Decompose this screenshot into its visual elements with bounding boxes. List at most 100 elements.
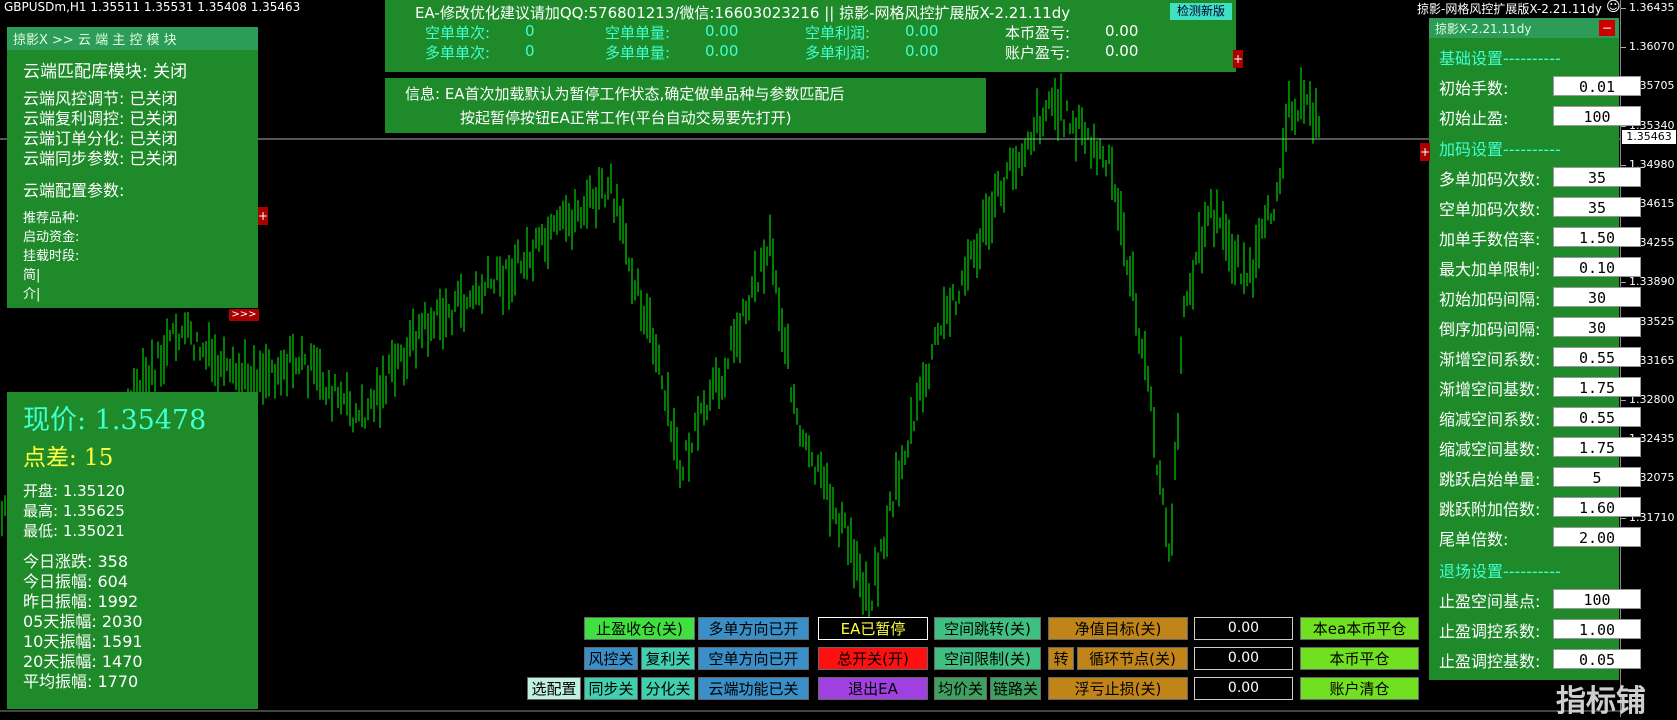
cloud-config-item: 简| — [23, 268, 41, 283]
setting-input[interactable]: 1.75 — [1553, 377, 1641, 397]
setting-input[interactable]: 0.05 — [1553, 649, 1641, 669]
cloud-config-item: 推荐品种: — [23, 211, 80, 226]
this-ea-flat-button[interactable]: 本ea本币平仓 — [1300, 617, 1419, 640]
chain-toggle-button[interactable]: 链路关 — [990, 677, 1041, 700]
sync-toggle-button[interactable]: 同步关 — [584, 677, 638, 700]
setting-label: 尾单倍数: — [1439, 530, 1509, 549]
cloud-expand-button[interactable]: >>> — [229, 309, 259, 321]
stat-label: 空单单量: — [605, 24, 671, 42]
ohl-line: 最低: 1.35021 — [23, 522, 125, 540]
setting-input[interactable]: 0.55 — [1553, 407, 1641, 427]
equity-value-field[interactable]: 0.00 — [1194, 617, 1293, 640]
space-jump-button[interactable]: 空间跳转(关) — [934, 617, 1041, 640]
risk-toggle-button[interactable]: 风控关 — [584, 647, 638, 670]
settings-close-button[interactable]: − — [1599, 20, 1615, 36]
setting-label: 初始止盈: — [1439, 109, 1509, 128]
setting-label: 初始加码间隔: — [1439, 290, 1541, 309]
cloud-control-panel: 掠影X >> 云 端 主 控 模 块 云端匹配库模块: 关闭 云端风控调节: 已… — [7, 27, 258, 308]
cloud-config-item: 启动资金: — [23, 230, 80, 245]
setting-input[interactable]: 1.00 — [1553, 619, 1641, 639]
stat-label: 本币盈亏: — [1005, 24, 1071, 42]
price-tick — [1621, 47, 1626, 49]
cloud-match-status: 云端匹配库模块: 关闭 — [23, 62, 188, 82]
cloud-toggle-button[interactable]: 云端功能已关 — [698, 677, 809, 700]
space-limit-button[interactable]: 空间限制(关) — [934, 647, 1041, 670]
local-flat-button[interactable]: 本币平仓 — [1300, 647, 1419, 670]
stat-value: 0.00 — [1105, 42, 1139, 60]
setting-label: 跳跃附加倍数: — [1439, 500, 1541, 519]
settings-toggle-icon[interactable]: + — [1420, 143, 1430, 161]
settings-panel: 掠影X-2.21.11dy − 基础设置---------- 初始手数: 0.01… — [1429, 18, 1641, 680]
setting-label: 止盈空间基点: — [1439, 592, 1541, 611]
price-tick — [1621, 8, 1626, 9]
info-panel: 信息: EA首次加载默认为暂停工作状态,确定做单品种与参数匹配后 按起暂停按钮E… — [385, 78, 986, 133]
master-switch-button[interactable]: 总开关(开) — [818, 647, 928, 670]
ohl-line: 开盘: 1.35120 — [23, 482, 125, 500]
split-toggle-button[interactable]: 分化关 — [641, 677, 695, 700]
price-info-panel: 现价: 1.35478 点差: 15 开盘: 1.35120 最高: 1.3562… — [7, 392, 258, 709]
stat-value: 0.00 — [1105, 22, 1139, 40]
ohl-line: 最高: 1.35625 — [23, 502, 125, 520]
exit-ea-button[interactable]: 退出EA — [818, 677, 928, 700]
avg-price-toggle-button[interactable]: 均价关 — [934, 677, 987, 700]
current-price: 现价: 1.35478 — [23, 405, 207, 436]
setting-input[interactable]: 35 — [1553, 197, 1641, 217]
price-tick-label: 1.36070 — [1629, 40, 1675, 54]
symbol-info: GBPUSDm,H1 1.35511 1.35531 1.35408 1.354… — [4, 0, 301, 14]
section-add: 加码设置---------- — [1439, 140, 1561, 159]
stat-value: 0.00 — [705, 22, 739, 40]
tp-close-button[interactable]: 止盈收仓(关) — [584, 617, 695, 640]
setting-input[interactable]: 1.50 — [1553, 227, 1641, 247]
cloud-panel-toggle-icon[interactable]: + — [258, 207, 268, 225]
info-line-2: 按起暂停按钮EA正常工作(平台自动交易要先打开) — [460, 109, 792, 127]
equity-target-button[interactable]: 净值目标(关) — [1048, 617, 1188, 640]
stat-label: 多单单次: — [425, 44, 491, 62]
price-tick — [1621, 282, 1626, 284]
stat-label: 多单单量: — [605, 44, 671, 62]
setting-label: 倒序加码间隔: — [1439, 320, 1541, 339]
account-clear-button[interactable]: 账户清仓 — [1300, 677, 1419, 700]
setting-input[interactable]: 0.10 — [1553, 257, 1641, 277]
stat-value: 0.00 — [905, 22, 939, 40]
setting-input[interactable]: 35 — [1553, 167, 1641, 187]
price-tick-label: 1.36435 — [1629, 1, 1675, 14]
setting-input[interactable]: 1.60 — [1553, 497, 1641, 517]
float-stoploss-button[interactable]: 浮亏止损(关) — [1048, 677, 1188, 700]
stoploss-value-field[interactable]: 0.00 — [1194, 677, 1293, 700]
info-line-1: 信息: EA首次加载默认为暂停工作状态,确定做单品种与参数匹配后 — [405, 85, 845, 103]
long-direction-button[interactable]: 多单方向已开 — [698, 617, 809, 640]
setting-input[interactable]: 5 — [1553, 467, 1641, 487]
setting-input[interactable]: 2.00 — [1553, 527, 1641, 547]
turn-button[interactable]: 转 — [1048, 647, 1074, 670]
cycle-node-button[interactable]: 循环节点(关) — [1077, 647, 1188, 670]
top-panel-expand-icon[interactable]: + — [1233, 50, 1243, 68]
setting-label: 止盈调控基数: — [1439, 652, 1541, 671]
setting-input[interactable]: 30 — [1553, 317, 1641, 337]
select-config-button[interactable]: 选配置 — [527, 677, 581, 700]
compound-toggle-button[interactable]: 复利关 — [641, 647, 695, 670]
setting-label: 渐增空间基数: — [1439, 380, 1541, 399]
smiley-icon: ☺ — [1606, 0, 1621, 15]
setting-input[interactable]: 0.01 — [1553, 76, 1641, 96]
setting-input[interactable]: 1.75 — [1553, 437, 1641, 457]
stat-label: 多单利润: — [805, 44, 871, 62]
ea-title-top-right: 掠影-网格风控扩展版X-2.21.11dy — [1417, 2, 1602, 16]
section-exit: 退场设置---------- — [1439, 562, 1561, 581]
setting-label: 多单加码次数: — [1439, 170, 1541, 189]
setting-label: 跳跃启始单量: — [1439, 470, 1541, 489]
setting-input[interactable]: 0.55 — [1553, 347, 1641, 367]
setting-input[interactable]: 100 — [1553, 589, 1641, 609]
setting-label: 空单加码次数: — [1439, 200, 1541, 219]
cloud-config-title: 云端配置参数: — [23, 181, 125, 200]
setting-input[interactable]: 30 — [1553, 287, 1641, 307]
section-basic: 基础设置---------- — [1439, 49, 1561, 68]
short-direction-button[interactable]: 空单方向已开 — [698, 647, 809, 670]
cycle-value-field[interactable]: 0.00 — [1194, 647, 1293, 670]
setting-input[interactable]: 100 — [1553, 106, 1641, 126]
stat-label: 空单单次: — [425, 24, 491, 42]
check-update-button[interactable]: 检测新版 — [1170, 3, 1232, 20]
ea-paused-button[interactable]: EA已暂停 — [818, 617, 928, 640]
settings-panel-title: 掠影X-2.21.11dy — [1435, 22, 1532, 36]
setting-label: 加单手数倍率: — [1439, 230, 1541, 249]
watermark-logo: 指标铺 — [1556, 684, 1646, 719]
